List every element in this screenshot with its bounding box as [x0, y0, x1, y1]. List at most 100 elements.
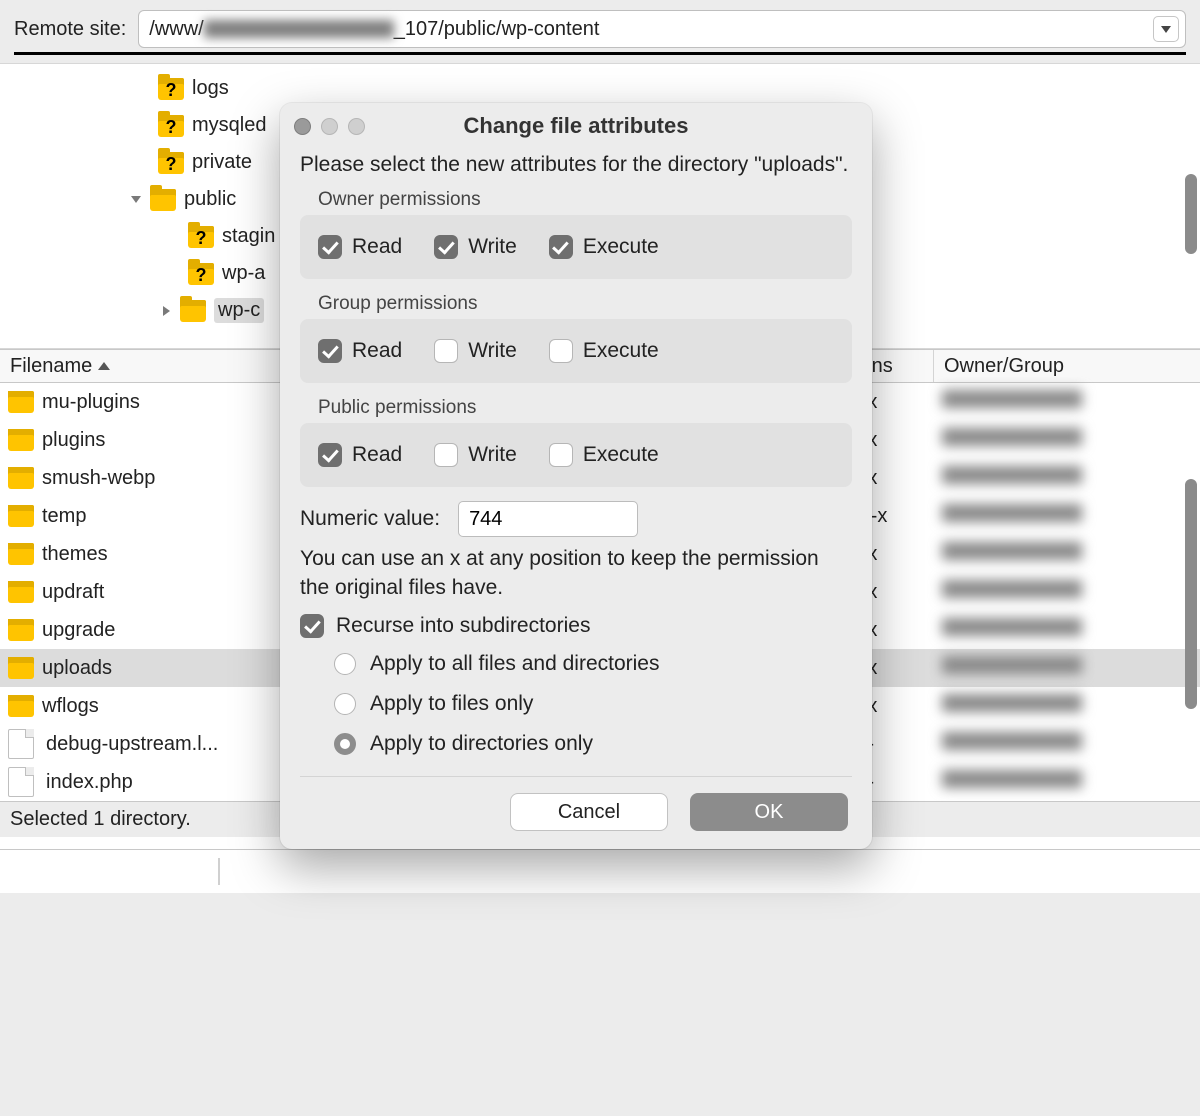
remote-path-row: Remote site: /www/ _107/public/wp-conten…: [14, 10, 1186, 55]
redacted-owner: [942, 390, 1082, 408]
bottom-strip: [0, 849, 1200, 893]
radio-label: Apply to files only: [370, 692, 533, 716]
list-scrollbar[interactable]: [1185, 479, 1197, 709]
unknown-folder-icon: [158, 152, 184, 174]
status-text: Selected 1 directory.: [10, 808, 191, 831]
dialog-title: Change file attributes: [280, 113, 872, 139]
unknown-folder-icon: [188, 226, 214, 248]
redacted-owner: [942, 694, 1082, 712]
checkbox-icon: [434, 339, 458, 363]
file-owner-group: [934, 466, 1094, 490]
apply-dirs-radio[interactable]: Apply to directories only: [334, 724, 852, 764]
public-write-checkbox[interactable]: Write: [434, 443, 517, 467]
file-owner-group: [934, 732, 1094, 756]
file-owner-group: [934, 770, 1094, 794]
tree-item-label: stagin: [222, 225, 275, 248]
file-name: upgrade: [42, 619, 115, 642]
file-name: wflogs: [42, 695, 99, 718]
file-name: themes: [42, 543, 108, 566]
checkbox-label: Write: [468, 443, 517, 467]
owner-execute-checkbox[interactable]: Execute: [549, 235, 659, 259]
folder-icon: [8, 657, 34, 679]
group-execute-checkbox[interactable]: Execute: [549, 339, 659, 363]
remote-site-label: Remote site:: [14, 18, 126, 41]
owner-read-checkbox[interactable]: Read: [318, 235, 402, 259]
checkbox-icon: [434, 235, 458, 259]
redacted-path-segment: [204, 20, 394, 38]
chevron-down-icon[interactable]: [128, 192, 144, 208]
dialog-titlebar[interactable]: Change file attributes: [280, 103, 872, 149]
remote-path-suffix: _107/public/wp-content: [394, 18, 600, 41]
tree-item-label: mysqled: [192, 114, 266, 137]
radio-label: Apply to all files and directories: [370, 652, 659, 676]
checkbox-label: Read: [352, 443, 402, 467]
public-execute-checkbox[interactable]: Execute: [549, 443, 659, 467]
recurse-label: Recurse into subdirectories: [336, 614, 590, 638]
zoom-window-icon[interactable]: [348, 118, 365, 135]
checkbox-icon: [549, 235, 573, 259]
col-owner-group-label: Owner/Group: [944, 355, 1064, 378]
folder-icon: [8, 467, 34, 489]
checkbox-icon: [318, 235, 342, 259]
redacted-owner: [942, 542, 1082, 560]
file-owner-group: [934, 542, 1094, 566]
numeric-hint: You can use an x at any position to keep…: [300, 545, 852, 602]
recurse-checkbox[interactable]: [300, 614, 324, 638]
radio-icon: [334, 653, 356, 675]
file-owner-group: [934, 504, 1094, 528]
file-icon: [8, 767, 34, 797]
dialog-separator: [300, 776, 852, 777]
redacted-owner: [942, 618, 1082, 636]
file-name: smush-webp: [42, 467, 155, 490]
perm-group-owner: Owner permissions Read Write Execute: [300, 189, 852, 279]
file-name: debug-upstream.l...: [46, 733, 218, 756]
perm-group-label: Owner permissions: [318, 189, 852, 211]
folder-icon: [8, 695, 34, 717]
redacted-owner: [942, 656, 1082, 674]
group-write-checkbox[interactable]: Write: [434, 339, 517, 363]
remote-path-input-wrap[interactable]: /www/ _107/public/wp-content: [138, 10, 1186, 48]
splitter-handle[interactable]: [218, 858, 220, 885]
checkbox-icon: [549, 443, 573, 467]
col-owner-group[interactable]: Owner/Group: [934, 350, 1094, 382]
change-attributes-dialog: Change file attributes Please select the…: [280, 103, 872, 849]
file-name: temp: [42, 505, 86, 528]
window-controls: [294, 118, 365, 135]
checkbox-label: Write: [468, 339, 517, 363]
folder-icon: [8, 619, 34, 641]
perm-group-box: Read Write Execute: [300, 319, 852, 383]
group-read-checkbox[interactable]: Read: [318, 339, 402, 363]
numeric-value-input[interactable]: [458, 501, 638, 537]
apply-files-radio[interactable]: Apply to files only: [334, 684, 852, 724]
unknown-folder-icon: [158, 115, 184, 137]
cancel-button[interactable]: Cancel: [510, 793, 668, 831]
numeric-value-label: Numeric value:: [300, 507, 440, 531]
owner-write-checkbox[interactable]: Write: [434, 235, 517, 259]
file-owner-group: [934, 694, 1094, 718]
folder-icon: [8, 429, 34, 451]
folder-icon: [8, 391, 34, 413]
file-name: index.php: [46, 771, 133, 794]
folder-icon: [180, 300, 206, 322]
redacted-owner: [942, 466, 1082, 484]
file-name: updraft: [42, 581, 104, 604]
checkbox-label: Execute: [583, 235, 659, 259]
ok-button[interactable]: OK: [690, 793, 848, 831]
path-dropdown-button[interactable]: [1153, 16, 1179, 42]
folder-icon: [150, 189, 176, 211]
file-owner-group: [934, 618, 1094, 642]
checkbox-icon: [318, 339, 342, 363]
apply-all-radio[interactable]: Apply to all files and directories: [334, 644, 852, 684]
folder-icon: [8, 505, 34, 527]
chevron-right-icon[interactable]: [158, 303, 174, 319]
tree-item-label: wp-a: [222, 262, 265, 285]
close-window-icon[interactable]: [294, 118, 311, 135]
minimize-window-icon[interactable]: [321, 118, 338, 135]
file-name: uploads: [42, 657, 112, 680]
tree-scrollbar[interactable]: [1185, 174, 1197, 254]
checkbox-icon: [434, 443, 458, 467]
tree-item-logs[interactable]: logs: [0, 70, 1200, 107]
checkbox-icon: [549, 339, 573, 363]
perm-group-label: Group permissions: [318, 293, 852, 315]
public-read-checkbox[interactable]: Read: [318, 443, 402, 467]
